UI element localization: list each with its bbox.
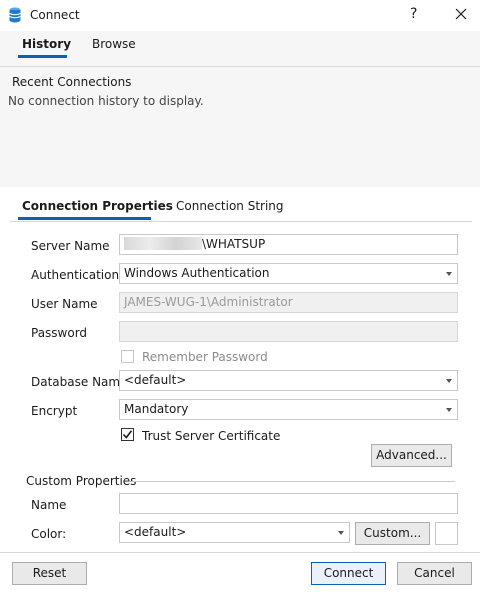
prop-tab-separator	[10, 221, 472, 222]
authentication-select[interactable]: Windows Authentication	[119, 263, 458, 284]
close-icon[interactable]	[450, 4, 472, 24]
database-name-value: <default>	[124, 373, 187, 387]
authentication-value: Windows Authentication	[124, 266, 270, 280]
server-name-input[interactable]: \WHATSUP	[119, 234, 458, 255]
custom-color-button[interactable]: Custom...	[355, 522, 430, 545]
custom-properties-heading: Custom Properties	[26, 474, 137, 488]
trust-cert-label: Trust Server Certificate	[142, 429, 281, 443]
password-input[interactable]	[119, 321, 458, 342]
database-icon	[9, 7, 21, 23]
chevron-down-icon	[446, 379, 452, 383]
recent-connections-heading: Recent Connections	[12, 75, 132, 89]
chevron-down-icon	[338, 531, 344, 535]
history-panel	[0, 31, 480, 187]
advanced-button[interactable]: Advanced...	[371, 444, 452, 467]
group-divider	[130, 481, 455, 482]
user-name-input[interactable]: JAMES-WUG-1\Administrator	[119, 292, 458, 313]
help-button[interactable]: ?	[410, 6, 417, 22]
tab-history[interactable]: History	[22, 37, 71, 51]
database-name-label: Database Name	[31, 375, 128, 389]
password-label: Password	[31, 326, 88, 340]
cancel-button[interactable]: Cancel	[397, 562, 472, 585]
name-label: Name	[31, 498, 67, 512]
tab-connection-properties-underline	[18, 217, 151, 220]
remember-password-label: Remember Password	[142, 350, 268, 364]
checkmark-icon	[122, 430, 133, 439]
color-select[interactable]: <default>	[119, 522, 350, 543]
trust-cert-checkbox[interactable]	[121, 428, 134, 441]
color-swatch[interactable]	[435, 522, 458, 545]
history-empty-text: No connection history to display.	[8, 94, 204, 108]
tab-connection-string[interactable]: Connection String	[176, 199, 284, 213]
user-name-label: User Name	[31, 297, 98, 311]
user-name-value: JAMES-WUG-1\Administrator	[124, 295, 293, 309]
tab-history-underline	[18, 55, 67, 58]
chevron-down-icon	[446, 408, 452, 412]
reset-button[interactable]: Reset	[12, 562, 87, 585]
server-name-value: \WHATSUP	[202, 237, 266, 251]
tab-connection-properties[interactable]: Connection Properties	[22, 199, 173, 213]
color-value: <default>	[124, 525, 187, 539]
database-name-select[interactable]: <default>	[119, 370, 458, 391]
chevron-down-icon	[446, 272, 452, 276]
name-input[interactable]	[119, 493, 458, 514]
footer-separator	[0, 552, 480, 553]
tab-browse[interactable]: Browse	[92, 37, 136, 51]
window-title: Connect	[30, 8, 80, 22]
remember-password-checkbox[interactable]	[121, 350, 134, 363]
server-name-label: Server Name	[31, 239, 110, 253]
encrypt-select[interactable]: Mandatory	[119, 399, 458, 420]
encrypt-label: Encrypt	[31, 404, 78, 418]
redacted-text	[124, 237, 202, 250]
connect-button[interactable]: Connect	[311, 562, 386, 585]
authentication-label: Authentication	[31, 268, 120, 282]
color-label: Color:	[31, 527, 67, 541]
tab-separator	[0, 66, 480, 67]
encrypt-value: Mandatory	[124, 402, 189, 416]
